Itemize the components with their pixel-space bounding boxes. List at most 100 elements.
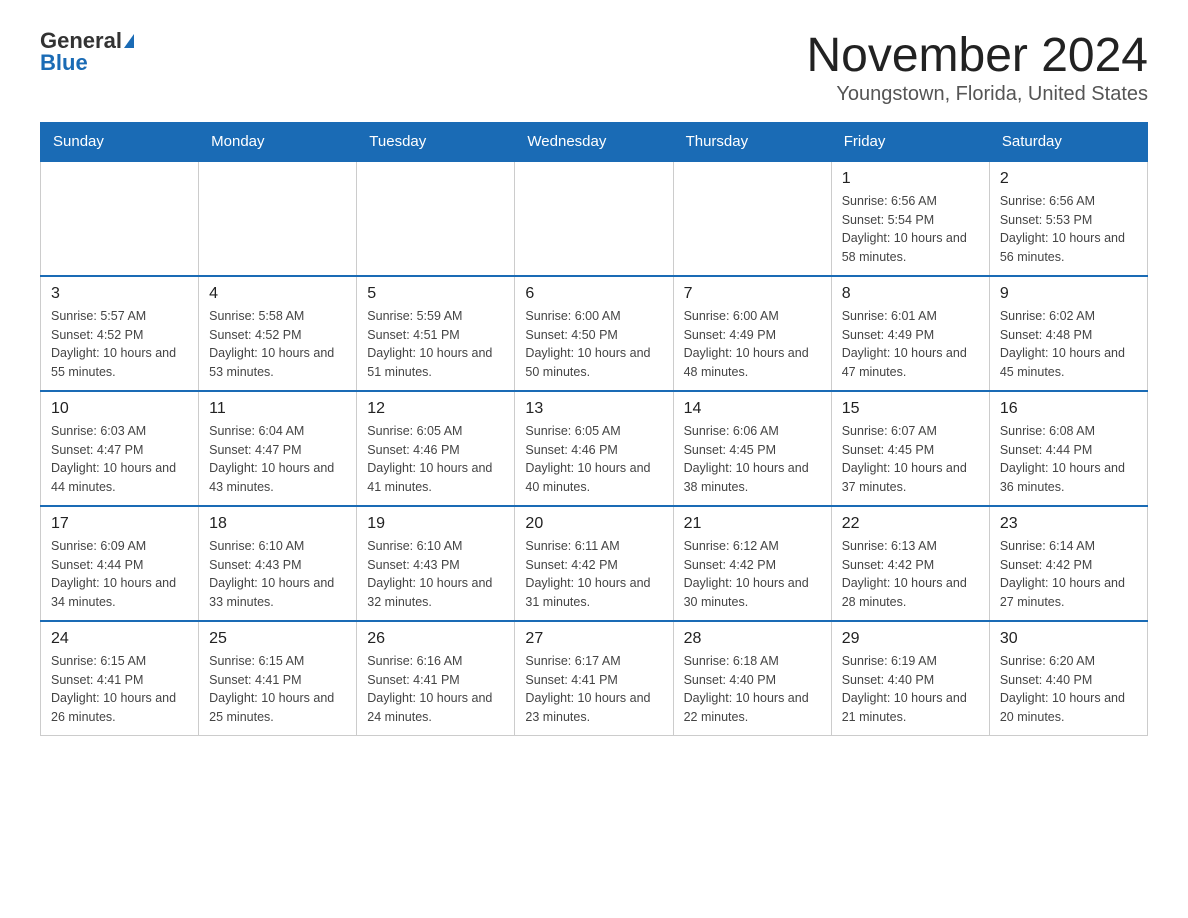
day-cell: 17Sunrise: 6:09 AMSunset: 4:44 PMDayligh…: [41, 506, 199, 621]
day-cell: 12 Sunrise: 6:05 AMSunset: 4:46 PMDayligh…: [357, 391, 515, 506]
day-info: Sunrise: 6:03 AMSunset: 4:47 PMDaylight:…: [51, 422, 188, 497]
day-cell: 9Sunrise: 6:02 AMSunset: 4:48 PMDaylight…: [989, 276, 1147, 391]
day-info: Sunrise: 5:59 AMSunset: 4:51 PMDaylight:…: [367, 307, 504, 382]
day-info: Sunrise: 6:10 AMSunset: 4:43 PMDaylight:…: [209, 537, 346, 612]
day-cell: 26 Sunrise: 6:16 AMSunset: 4:41 PMDayligh…: [357, 621, 515, 736]
day-number: 28: [684, 630, 821, 648]
day-header-thursday: Thursday: [673, 122, 831, 161]
day-cell: 6 Sunrise: 6:00 AMSunset: 4:50 PMDaylight…: [515, 276, 673, 391]
page-header: General Blue November 2024 Youngstown, F…: [40, 30, 1148, 106]
day-cell: 27 Sunrise: 6:17 AMSunset: 4:41 PMDayligh…: [515, 621, 673, 736]
day-info: Sunrise: 6:18 AMSunset: 4:40 PMDaylight:…: [684, 652, 821, 727]
day-number: 1: [842, 170, 979, 188]
day-info: Sunrise: 6:09 AMSunset: 4:44 PMDaylight:…: [51, 537, 188, 612]
day-number: 20: [525, 515, 662, 533]
day-info: Sunrise: 6:06 AMSunset: 4:45 PMDaylight:…: [684, 422, 821, 497]
day-info: Sunrise: 5:58 AMSunset: 4:52 PMDaylight:…: [209, 307, 346, 382]
day-number: 29: [842, 630, 979, 648]
day-cell: 19Sunrise: 6:10 AMSunset: 4:43 PMDayligh…: [357, 506, 515, 621]
day-header-saturday: Saturday: [989, 122, 1147, 161]
day-cell: [41, 161, 199, 276]
day-info: Sunrise: 6:04 AMSunset: 4:47 PMDaylight:…: [209, 422, 346, 497]
week-row-1: 1Sunrise: 6:56 AMSunset: 5:54 PMDaylight…: [41, 161, 1148, 276]
week-row-3: 10 Sunrise: 6:03 AMSunset: 4:47 PMDayligh…: [41, 391, 1148, 506]
day-info: Sunrise: 6:17 AMSunset: 4:41 PMDaylight:…: [525, 652, 662, 727]
day-number: 21: [684, 515, 821, 533]
day-cell: 1Sunrise: 6:56 AMSunset: 5:54 PMDaylight…: [831, 161, 989, 276]
day-header-friday: Friday: [831, 122, 989, 161]
day-header-sunday: Sunday: [41, 122, 199, 161]
day-cell: 16 Sunrise: 6:08 AMSunset: 4:44 PMDayligh…: [989, 391, 1147, 506]
day-info: Sunrise: 6:15 AMSunset: 4:41 PMDaylight:…: [209, 652, 346, 727]
day-number: 26: [367, 630, 504, 648]
day-number: 14: [684, 400, 821, 418]
week-row-5: 24Sunrise: 6:15 AMSunset: 4:41 PMDayligh…: [41, 621, 1148, 736]
day-cell: [673, 161, 831, 276]
day-info: Sunrise: 6:11 AMSunset: 4:42 PMDaylight:…: [525, 537, 662, 612]
day-cell: 4 Sunrise: 5:58 AMSunset: 4:52 PMDaylight…: [199, 276, 357, 391]
day-number: 23: [1000, 515, 1137, 533]
day-number: 11: [209, 400, 346, 418]
day-cell: 2Sunrise: 6:56 AMSunset: 5:53 PMDaylight…: [989, 161, 1147, 276]
location-title: Youngstown, Florida, United States: [806, 83, 1148, 106]
day-header-wednesday: Wednesday: [515, 122, 673, 161]
day-cell: 30 Sunrise: 6:20 AMSunset: 4:40 PMDayligh…: [989, 621, 1147, 736]
calendar-table: SundayMondayTuesdayWednesdayThursdayFrid…: [40, 122, 1148, 736]
day-number: 6: [525, 285, 662, 303]
day-number: 27: [525, 630, 662, 648]
day-number: 19: [367, 515, 504, 533]
logo-arrow-icon: [124, 34, 134, 48]
day-info: Sunrise: 6:01 AMSunset: 4:49 PMDaylight:…: [842, 307, 979, 382]
title-block: November 2024 Youngstown, Florida, Unite…: [806, 30, 1148, 106]
day-cell: 3Sunrise: 5:57 AMSunset: 4:52 PMDaylight…: [41, 276, 199, 391]
day-cell: 29 Sunrise: 6:19 AMSunset: 4:40 PMDayligh…: [831, 621, 989, 736]
day-cell: [357, 161, 515, 276]
day-cell: 20 Sunrise: 6:11 AMSunset: 4:42 PMDayligh…: [515, 506, 673, 621]
day-number: 4: [209, 285, 346, 303]
day-number: 18: [209, 515, 346, 533]
day-cell: 24Sunrise: 6:15 AMSunset: 4:41 PMDayligh…: [41, 621, 199, 736]
day-cell: 11 Sunrise: 6:04 AMSunset: 4:47 PMDayligh…: [199, 391, 357, 506]
day-info: Sunrise: 6:15 AMSunset: 4:41 PMDaylight:…: [51, 652, 188, 727]
day-number: 2: [1000, 170, 1137, 188]
day-number: 3: [51, 285, 188, 303]
day-info: Sunrise: 6:16 AMSunset: 4:41 PMDaylight:…: [367, 652, 504, 727]
day-cell: 10 Sunrise: 6:03 AMSunset: 4:47 PMDayligh…: [41, 391, 199, 506]
logo: General Blue: [40, 30, 134, 74]
day-cell: 15 Sunrise: 6:07 AMSunset: 4:45 PMDayligh…: [831, 391, 989, 506]
day-number: 12: [367, 400, 504, 418]
day-cell: 5 Sunrise: 5:59 AMSunset: 4:51 PMDaylight…: [357, 276, 515, 391]
day-number: 8: [842, 285, 979, 303]
day-number: 10: [51, 400, 188, 418]
day-info: Sunrise: 6:05 AMSunset: 4:46 PMDaylight:…: [367, 422, 504, 497]
day-number: 5: [367, 285, 504, 303]
day-info: Sunrise: 6:20 AMSunset: 4:40 PMDaylight:…: [1000, 652, 1137, 727]
day-number: 16: [1000, 400, 1137, 418]
day-info: Sunrise: 6:05 AMSunset: 4:46 PMDaylight:…: [525, 422, 662, 497]
day-info: Sunrise: 6:02 AMSunset: 4:48 PMDaylight:…: [1000, 307, 1137, 382]
day-info: Sunrise: 6:00 AMSunset: 4:49 PMDaylight:…: [684, 307, 821, 382]
day-number: 13: [525, 400, 662, 418]
day-cell: 25Sunrise: 6:15 AMSunset: 4:41 PMDayligh…: [199, 621, 357, 736]
day-cell: [515, 161, 673, 276]
day-info: Sunrise: 6:14 AMSunset: 4:42 PMDaylight:…: [1000, 537, 1137, 612]
day-info: Sunrise: 6:19 AMSunset: 4:40 PMDaylight:…: [842, 652, 979, 727]
day-cell: 8 Sunrise: 6:01 AMSunset: 4:49 PMDaylight…: [831, 276, 989, 391]
day-number: 30: [1000, 630, 1137, 648]
day-number: 15: [842, 400, 979, 418]
logo-blue: Blue: [40, 52, 88, 74]
day-cell: 23 Sunrise: 6:14 AMSunset: 4:42 PMDayligh…: [989, 506, 1147, 621]
day-info: Sunrise: 6:12 AMSunset: 4:42 PMDaylight:…: [684, 537, 821, 612]
day-header-tuesday: Tuesday: [357, 122, 515, 161]
month-title: November 2024: [806, 30, 1148, 83]
day-info: Sunrise: 6:00 AMSunset: 4:50 PMDaylight:…: [525, 307, 662, 382]
day-cell: 14 Sunrise: 6:06 AMSunset: 4:45 PMDayligh…: [673, 391, 831, 506]
day-cell: 28 Sunrise: 6:18 AMSunset: 4:40 PMDayligh…: [673, 621, 831, 736]
day-cell: 13 Sunrise: 6:05 AMSunset: 4:46 PMDayligh…: [515, 391, 673, 506]
day-header-monday: Monday: [199, 122, 357, 161]
day-info: Sunrise: 6:07 AMSunset: 4:45 PMDaylight:…: [842, 422, 979, 497]
logo-general: General: [40, 30, 122, 52]
day-info: Sunrise: 6:08 AMSunset: 4:44 PMDaylight:…: [1000, 422, 1137, 497]
day-cell: 22Sunrise: 6:13 AMSunset: 4:42 PMDayligh…: [831, 506, 989, 621]
day-cell: 18 Sunrise: 6:10 AMSunset: 4:43 PMDayligh…: [199, 506, 357, 621]
